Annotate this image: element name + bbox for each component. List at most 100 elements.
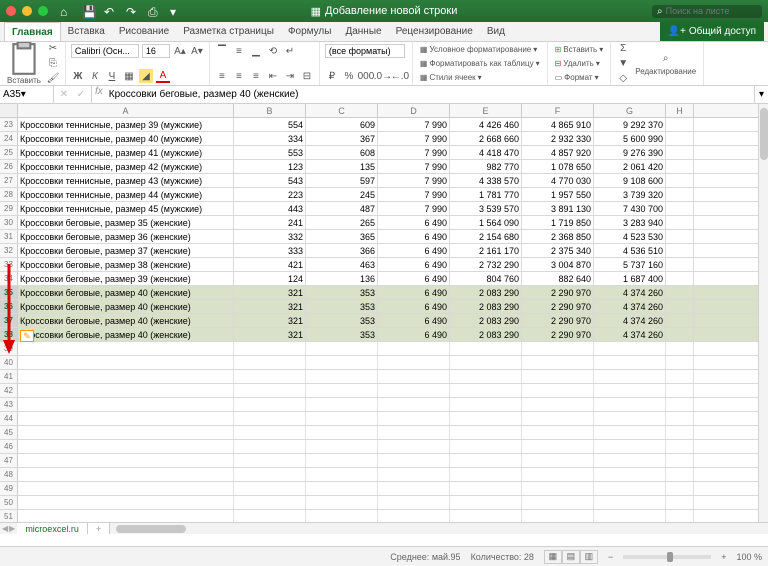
cell[interactable]: 2 668 660 (450, 132, 522, 145)
ribbon-tab-Вставка[interactable]: Вставка (61, 22, 112, 41)
row-header[interactable]: 50 (0, 496, 18, 509)
name-box[interactable]: A35 ▾ (0, 86, 54, 103)
cell[interactable]: 353 (306, 314, 378, 327)
zoom-slider[interactable] (623, 555, 711, 559)
currency-icon[interactable]: ₽ (325, 69, 339, 83)
table-row[interactable]: 43 (0, 398, 768, 412)
cell[interactable]: 223 (234, 188, 306, 201)
ribbon-tab-Данные[interactable]: Данные (338, 22, 388, 41)
cell[interactable]: 3 283 940 (594, 216, 666, 229)
percent-icon[interactable]: % (342, 69, 356, 83)
enter-icon[interactable]: ✓ (74, 88, 88, 102)
table-row[interactable]: 31Кроссовки беговые, размер 36 (женские)… (0, 230, 768, 244)
cell[interactable]: Кроссовки теннисные, размер 39 (мужские) (18, 118, 234, 131)
cell[interactable]: 2 083 290 (450, 300, 522, 313)
table-row[interactable]: 34Кроссовки беговые, размер 39 (женские)… (0, 272, 768, 286)
table-row[interactable]: 47 (0, 454, 768, 468)
column-header-F[interactable]: F (522, 104, 594, 117)
decrease-decimal-icon[interactable]: ←.0 (393, 69, 407, 83)
cell[interactable]: 554 (234, 118, 306, 131)
cell[interactable]: 1 781 770 (450, 188, 522, 201)
cell[interactable]: 609 (306, 118, 378, 131)
cell[interactable]: Кроссовки беговые, размер 40 (женские) (18, 286, 234, 299)
cell[interactable]: 4 770 030 (522, 174, 594, 187)
cell[interactable]: 4 374 260 (594, 300, 666, 313)
cell[interactable]: 123 (234, 160, 306, 173)
format-as-table-button[interactable]: ▦Форматировать как таблицу ▾ (418, 58, 542, 69)
undo-icon[interactable]: ↶ (104, 5, 117, 18)
cell[interactable]: 2 061 420 (594, 160, 666, 173)
cell[interactable]: 321 (234, 314, 306, 327)
table-row[interactable]: 48 (0, 468, 768, 482)
cell[interactable]: Кроссовки беговые, размер 37 (женские) (18, 244, 234, 257)
cell[interactable]: 6 490 (378, 328, 450, 341)
cell[interactable] (666, 146, 694, 159)
cell[interactable]: 6 490 (378, 258, 450, 271)
underline-icon[interactable]: Ч (105, 69, 119, 83)
qat-caret-icon[interactable]: ▾ (170, 5, 183, 18)
cell[interactable]: 1 078 650 (522, 160, 594, 173)
cell[interactable]: 2 932 330 (522, 132, 594, 145)
cell[interactable]: 6 490 (378, 300, 450, 313)
conditional-formatting-button[interactable]: ▦Условное форматирование ▾ (418, 44, 542, 55)
cell[interactable]: 6 490 (378, 272, 450, 285)
cell[interactable]: 4 426 460 (450, 118, 522, 131)
copy-icon[interactable]: ⎘ (46, 57, 60, 71)
cell[interactable]: 245 (306, 188, 378, 201)
column-header-E[interactable]: E (450, 104, 522, 117)
cell[interactable]: 9 276 390 (594, 146, 666, 159)
cell[interactable]: 7 990 (378, 160, 450, 173)
cell[interactable]: 608 (306, 146, 378, 159)
cell[interactable]: 135 (306, 160, 378, 173)
cell[interactable]: 4 374 260 (594, 314, 666, 327)
cell[interactable]: 321 (234, 286, 306, 299)
cell[interactable]: 321 (234, 328, 306, 341)
table-row[interactable]: 44 (0, 412, 768, 426)
redo-icon[interactable]: ↷ (126, 5, 139, 18)
cell[interactable]: 443 (234, 202, 306, 215)
bold-icon[interactable]: Ж (71, 69, 85, 83)
cell-styles-button[interactable]: ▦Стили ячеек ▾ (418, 72, 542, 83)
cell[interactable]: 265 (306, 216, 378, 229)
cell[interactable]: Кроссовки теннисные, размер 41 (мужские) (18, 146, 234, 159)
cell[interactable]: 4 857 920 (522, 146, 594, 159)
align-right-icon[interactable]: ≡ (249, 69, 263, 83)
sheet-nav-buttons[interactable]: ◀▶ (0, 524, 17, 533)
row-header[interactable]: 32 (0, 244, 18, 257)
cell[interactable] (666, 328, 694, 341)
row-header[interactable]: 23 (0, 118, 18, 131)
cell[interactable]: 982 770 (450, 160, 522, 173)
cell[interactable]: Кроссовки беговые, размер 35 (женские) (18, 216, 234, 229)
cell[interactable]: 4 338 570 (450, 174, 522, 187)
row-header[interactable]: 29 (0, 202, 18, 215)
row-header[interactable]: 24 (0, 132, 18, 145)
insert-options-smart-tag[interactable]: ✎ (20, 330, 34, 342)
cell[interactable]: 6 490 (378, 244, 450, 257)
cell[interactable]: Кроссовки беговые, размер 40 (женские) (18, 328, 234, 341)
table-row[interactable]: 41 (0, 370, 768, 384)
cell[interactable]: 353 (306, 300, 378, 313)
cell[interactable]: 6 490 (378, 216, 450, 229)
cell[interactable]: 2 290 970 (522, 286, 594, 299)
formula-expand-icon[interactable]: ▾ (754, 86, 768, 103)
sheet-tab[interactable]: microexcel.ru (17, 523, 88, 534)
zoom-out-button[interactable]: − (608, 552, 613, 562)
italic-icon[interactable]: К (88, 69, 102, 83)
cell[interactable]: 882 640 (522, 272, 594, 285)
cell[interactable]: 4 374 260 (594, 328, 666, 341)
zoom-in-button[interactable]: + (721, 552, 726, 562)
cell[interactable]: 2 375 340 (522, 244, 594, 257)
cell[interactable]: 241 (234, 216, 306, 229)
row-header[interactable]: 30 (0, 216, 18, 229)
minimize-window-button[interactable] (22, 6, 32, 16)
zoom-window-button[interactable] (38, 6, 48, 16)
cell[interactable]: 1 687 400 (594, 272, 666, 285)
page-break-view-icon[interactable]: ▥ (580, 550, 598, 564)
cell[interactable]: 2 290 970 (522, 328, 594, 341)
cell[interactable]: 353 (306, 286, 378, 299)
align-center-icon[interactable]: ≡ (232, 69, 246, 83)
cell[interactable]: Кроссовки беговые, размер 40 (женские) (18, 300, 234, 313)
cell[interactable]: 553 (234, 146, 306, 159)
cell[interactable]: 1 564 090 (450, 216, 522, 229)
cancel-icon[interactable]: ✕ (57, 88, 71, 102)
